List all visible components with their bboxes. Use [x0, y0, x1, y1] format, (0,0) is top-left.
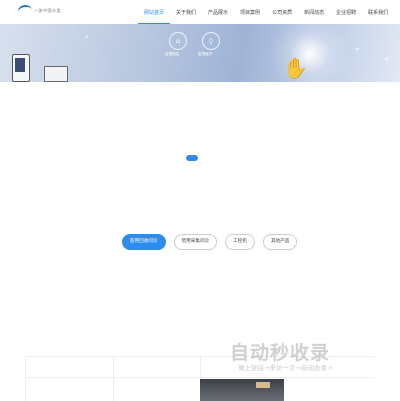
site-logo[interactable]: 一体中国分类	[17, 3, 61, 19]
badge-label-medical: 智慧医疗	[198, 52, 213, 56]
tab-smart-collection[interactable]: 智用采集问诊	[173, 234, 218, 250]
tab-medical-recycling[interactable]: 医用回收问诊	[122, 234, 166, 250]
watermark-title: 自动秒收录	[230, 342, 331, 364]
banner-glow	[270, 24, 350, 82]
hero-banner[interactable]: ✦ ✦ ✦ ⌂ 智慧园区 ◊ 智慧医疗 ✋	[0, 24, 400, 82]
nav-item-contact[interactable]: 联系我们	[362, 0, 394, 24]
nav-item-careers[interactable]: 企业招聘	[330, 0, 362, 24]
nav-item-home[interactable]: 网站首页	[138, 0, 171, 24]
logo-text: 一体中国分类	[34, 8, 61, 13]
logo-swoosh-icon	[17, 3, 33, 19]
tab-industrial-pc[interactable]: 工控机	[225, 234, 255, 250]
site-header: 一体中国分类 网站首页 关于我们 产品展示 项目案例 公司资质 新闻动态 企业招…	[0, 0, 400, 24]
nav-item-qualifications[interactable]: 公司资质	[266, 0, 298, 24]
badge-label-park: 智慧园区	[165, 52, 180, 56]
shield-icon: ◊	[202, 32, 220, 50]
watermark: 自动秒收录 做上链接→来访一次→自动收录→	[230, 338, 400, 378]
hand-scan-icon: ✋	[283, 56, 308, 80]
nav-item-news[interactable]: 新闻动态	[298, 0, 330, 24]
sparkle-icon: ✦	[355, 46, 361, 53]
tab-other-products[interactable]: 其他产品	[262, 234, 298, 250]
watermark-subtitle: 做上链接→来访一次→自动收录→	[238, 364, 333, 372]
nav-item-cases[interactable]: 项目案例	[234, 0, 266, 24]
grid-divider	[25, 357, 26, 401]
grid-divider	[113, 357, 114, 401]
device-terminal-image	[12, 54, 30, 82]
sparkle-icon: ✦	[384, 56, 390, 63]
nav-item-about[interactable]: 关于我们	[170, 0, 202, 24]
product-thumbnail[interactable]	[200, 379, 284, 401]
carousel-indicator[interactable]	[186, 155, 198, 161]
nav-item-products[interactable]: 产品展示	[202, 0, 234, 24]
sparkle-icon: ✦	[84, 34, 90, 41]
park-icon: ⌂	[169, 32, 187, 50]
main-nav: 网站首页 关于我们 产品展示 项目案例 公司资质 新闻动态 企业招聘 联系我们	[138, 0, 394, 24]
device-box-image	[44, 66, 68, 82]
product-category-tabs: 医用回收问诊 智用采集问诊 工控机 其他产品	[122, 234, 298, 250]
